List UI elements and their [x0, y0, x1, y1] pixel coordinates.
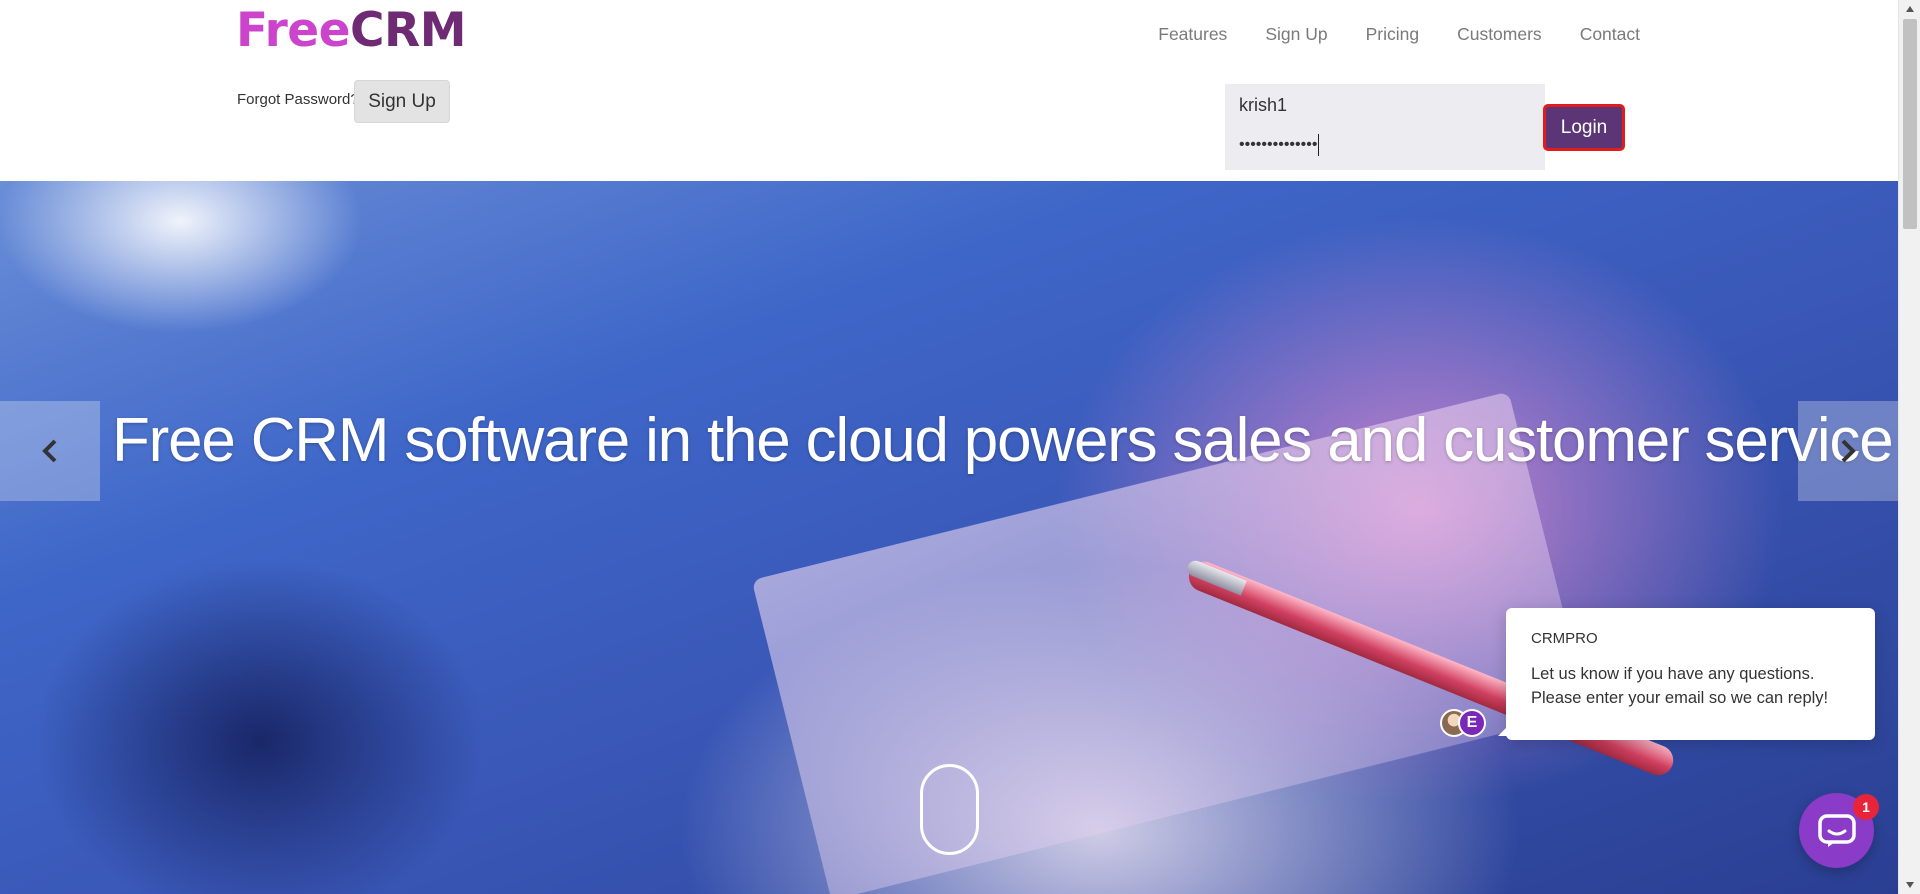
logo-free-text: Free	[236, 3, 351, 58]
nav-contact[interactable]: Contact	[1580, 24, 1640, 45]
agent-avatar-letter: E	[1458, 709, 1486, 737]
page-scrollbar[interactable]	[1898, 0, 1920, 894]
chat-bubble-icon	[1817, 813, 1856, 847]
scroll-down-arrow-icon[interactable]	[1899, 876, 1920, 894]
nav-sign-up[interactable]: Sign Up	[1265, 24, 1327, 45]
username-value: krish1	[1239, 95, 1288, 115]
carousel-next-button[interactable]	[1798, 401, 1898, 501]
username-input[interactable]: krish1	[1239, 95, 1287, 116]
main-nav: Features Sign Up Pricing Customers Conta…	[1158, 24, 1640, 45]
chat-title: CRMPRO	[1531, 630, 1598, 647]
chat-unread-badge: 1	[1853, 794, 1879, 820]
forgot-password-link[interactable]: Forgot Password?	[237, 91, 359, 108]
hero-carousel: Free CRM software in the cloud powers sa…	[0, 181, 1898, 894]
text-caret	[1318, 134, 1320, 156]
sign-up-button[interactable]: Sign Up	[354, 80, 450, 123]
scroll-up-arrow-icon[interactable]	[1899, 0, 1920, 18]
password-value: ••••••••••••••	[1239, 136, 1318, 154]
login-button[interactable]: Login	[1543, 104, 1625, 151]
carousel-prev-button[interactable]	[0, 401, 100, 501]
chevron-left-icon	[42, 439, 57, 463]
nav-customers[interactable]: Customers	[1457, 24, 1542, 45]
login-form: krish1 ••••••••••••••	[1225, 84, 1545, 170]
chevron-right-icon	[1841, 439, 1856, 463]
password-input[interactable]: ••••••••••••••	[1239, 134, 1320, 156]
chat-popup-tail	[1498, 724, 1510, 736]
scrollbar-thumb[interactable]	[1903, 19, 1917, 229]
hero-title: Free CRM software in the cloud powers sa…	[112, 406, 1894, 475]
mouse-scroll-icon[interactable]	[920, 764, 979, 855]
freecrm-logo[interactable]: FreeCRM	[236, 2, 466, 60]
chat-message: Let us know if you have any questions. P…	[1531, 665, 1829, 707]
logo-crm-text: CRM	[350, 3, 466, 58]
chat-popup[interactable]: CRMPRO Let us know if you have any quest…	[1498, 608, 1875, 740]
site-header: FreeCRM Features Sign Up Pricing Custome…	[0, 0, 1898, 181]
nav-pricing[interactable]: Pricing	[1366, 24, 1420, 45]
chat-agent-avatars: E	[1440, 709, 1494, 737]
nav-features[interactable]: Features	[1158, 24, 1227, 45]
